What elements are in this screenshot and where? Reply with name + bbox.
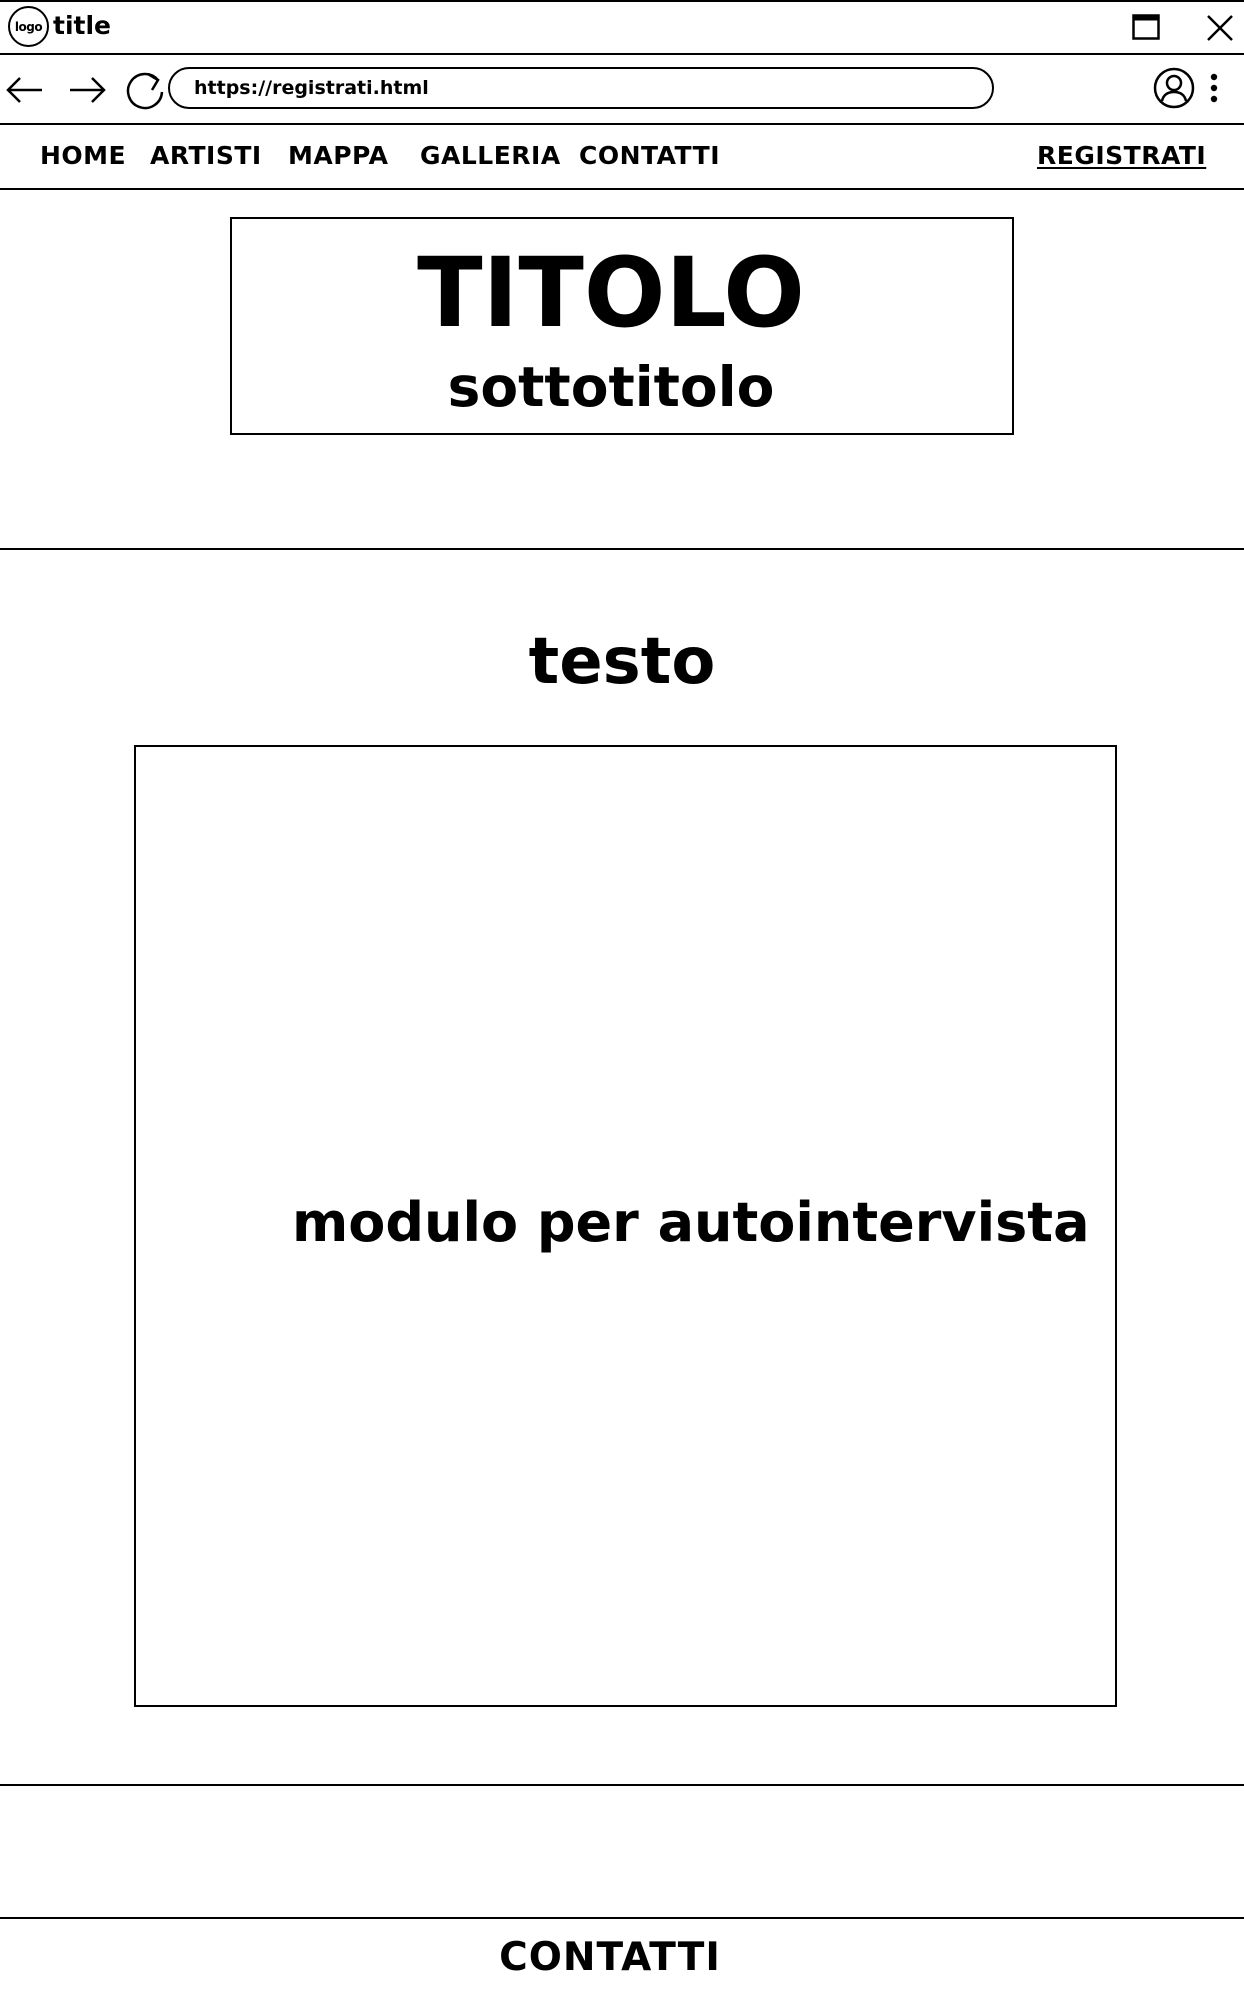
back-arrow-icon[interactable] [2,68,46,112]
section-heading: testo [528,625,716,699]
footer-contacts[interactable]: CONTATTI [0,1934,1220,1982]
maximize-icon[interactable] [1132,14,1160,40]
page-subtitle: sottotitolo [447,355,775,419]
form-placeholder-label: modulo per autointervista [292,1191,1090,1254]
profile-icon[interactable] [1152,66,1196,110]
window-title: title [53,11,111,40]
more-vertical-icon[interactable] [1202,70,1226,106]
url-input[interactable]: https://registrati.html [168,67,994,109]
divider [0,548,1244,550]
nav-item-mappa[interactable]: MAPPA [288,139,388,173]
nav-item-home[interactable]: HOME [40,139,126,173]
register-link[interactable]: REGISTRATI [1037,139,1206,173]
window-titlebar [0,0,1244,55]
reload-icon[interactable] [122,68,166,112]
divider [0,1917,1244,1919]
forward-arrow-icon[interactable] [66,68,110,112]
nav-item-artisti[interactable]: ARTISTI [150,139,262,173]
page-title: TITOLO [417,237,805,349]
nav-item-galleria[interactable]: GALLERIA [420,139,561,173]
divider [0,1784,1244,1786]
logo: logo [8,6,49,47]
nav-item-contatti[interactable]: CONTATTI [579,139,720,173]
close-icon[interactable] [1205,13,1235,43]
logo-text: logo [14,19,43,34]
